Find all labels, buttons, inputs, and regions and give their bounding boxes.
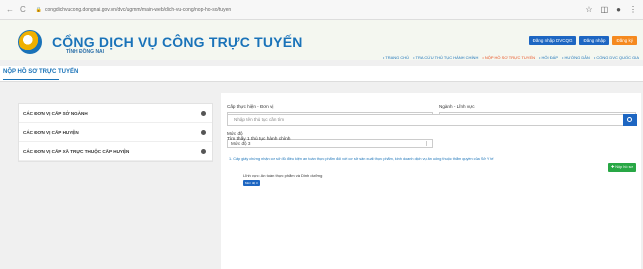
search-icon (627, 117, 632, 122)
browser-bar: ← C 🔒 congdichvucong.dongnai.gov.vn/dvc/… (0, 0, 643, 20)
login-dvcqg-button[interactable]: Đăng nhập DVCQG (528, 36, 577, 45)
level-badge: Mức độ 3 (243, 180, 260, 186)
nav-faq[interactable]: • HỎI ĐÁP (539, 55, 558, 60)
sidebar-item-department-level[interactable]: CÁC ĐƠN VỊ CẤP SỞ NGÀNH (19, 104, 212, 123)
lock-icon: 🔒 (35, 6, 43, 13)
browser-actions: ☆ ◫ ● ⋮ (585, 5, 637, 14)
nav-national-portal[interactable]: • CỔNG DVC QUỐC GIA (594, 55, 639, 60)
main-nav: • TRANG CHỦ • TRA CỨU THỦ TỤC HÀNH CHÍNH… (383, 55, 639, 60)
result-item-title[interactable]: 1. Cấp giấy chứng nhận cơ sở đủ điều kiệ… (229, 157, 549, 162)
sidebar-item-district-level[interactable]: CÁC ĐƠN VỊ CẤP HUYỆN (19, 123, 212, 142)
expand-icon[interactable] (201, 129, 206, 135)
result-field-label: Lĩnh vực: (243, 173, 260, 178)
nav-home[interactable]: • TRANG CHỦ (383, 55, 409, 60)
search-button[interactable] (623, 114, 637, 126)
submit-application-button[interactable]: ✚ Nộp hồ sơ (608, 163, 636, 172)
nav-guide[interactable]: • HƯỚNG DẪN (562, 55, 590, 60)
reload-icon[interactable]: C (20, 5, 26, 14)
expand-icon[interactable] (201, 110, 206, 116)
sidebar-item-commune-level[interactable]: CÁC ĐƠN VỊ CẤP XÃ TRỰC THUỘC CẤP HUYỆN (19, 142, 212, 161)
site-title[interactable]: CỔNG DỊCH VỤ CÔNG TRỰC TUYẾN (52, 34, 303, 50)
url-text: congdichvucong.dongnai.gov.vn/dvc/ugmm/m… (45, 6, 232, 13)
star-icon[interactable]: ☆ (585, 5, 592, 14)
profile-icon[interactable]: ● (616, 5, 621, 14)
auth-buttons: Đăng nhập DVCQG Đăng nhập Đăng ký (528, 36, 637, 45)
level-label: Mức độ (227, 131, 243, 136)
browser-nav: ← C (6, 5, 26, 14)
back-icon[interactable]: ← (6, 5, 14, 14)
site-logo[interactable] (18, 30, 42, 54)
sector-label: Ngành - Lĩnh vực (439, 104, 475, 109)
result-count: Tìm thấy 1 thủ tục hành chính (227, 137, 291, 142)
agency-label: Cấp thực hiện - Đơn vị (227, 104, 274, 109)
procedure-search-input[interactable]: Nhập tên thủ tục cần tìm (227, 114, 636, 126)
result-title[interactable]: Cấp giấy chứng nhận cơ sở đủ điều kiện a… (233, 157, 493, 161)
result-field-value: An toàn thực phẩm và Dinh dưỡng (260, 173, 323, 178)
menu-icon[interactable]: ⋮ (629, 5, 637, 14)
sidebar-item-label: CÁC ĐƠN VỊ CẤP HUYỆN (23, 129, 79, 135)
page-title-underline (3, 79, 59, 80)
nav-lookup-procedures[interactable]: • TRA CỨU THỦ TỤC HÀNH CHÍNH (413, 55, 478, 60)
site-subtitle: TỈNH ĐỒNG NAI (66, 49, 105, 55)
nav-submit-online[interactable]: • NỘP HỒ SƠ TRỰC TUYẾN (482, 55, 535, 60)
expand-icon[interactable] (201, 148, 206, 154)
page-heading-bar (0, 66, 643, 82)
address-bar[interactable]: 🔒 congdichvucong.dongnai.gov.vn/dvc/ugmm… (36, 7, 231, 13)
chevron-down-icon (426, 141, 431, 146)
result-number: 1. (229, 157, 233, 161)
extension-icon[interactable]: ◫ (601, 5, 609, 14)
page-title: NỘP HỒ SƠ TRỰC TUYẾN (3, 69, 79, 75)
register-button[interactable]: Đăng ký (612, 36, 637, 45)
sidebar-item-label: CÁC ĐƠN VỊ CẤP XÃ TRỰC THUỘC CẤP HUYỆN (23, 148, 130, 154)
result-field: Lĩnh vực: An toàn thực phẩm và Dinh dưỡn… (243, 173, 322, 178)
sidebar: CÁC ĐƠN VỊ CẤP SỞ NGÀNH CÁC ĐƠN VỊ CẤP H… (18, 103, 213, 162)
sidebar-item-label: CÁC ĐƠN VỊ CẤP SỞ NGÀNH (23, 110, 88, 116)
login-button[interactable]: Đăng nhập (579, 36, 610, 45)
